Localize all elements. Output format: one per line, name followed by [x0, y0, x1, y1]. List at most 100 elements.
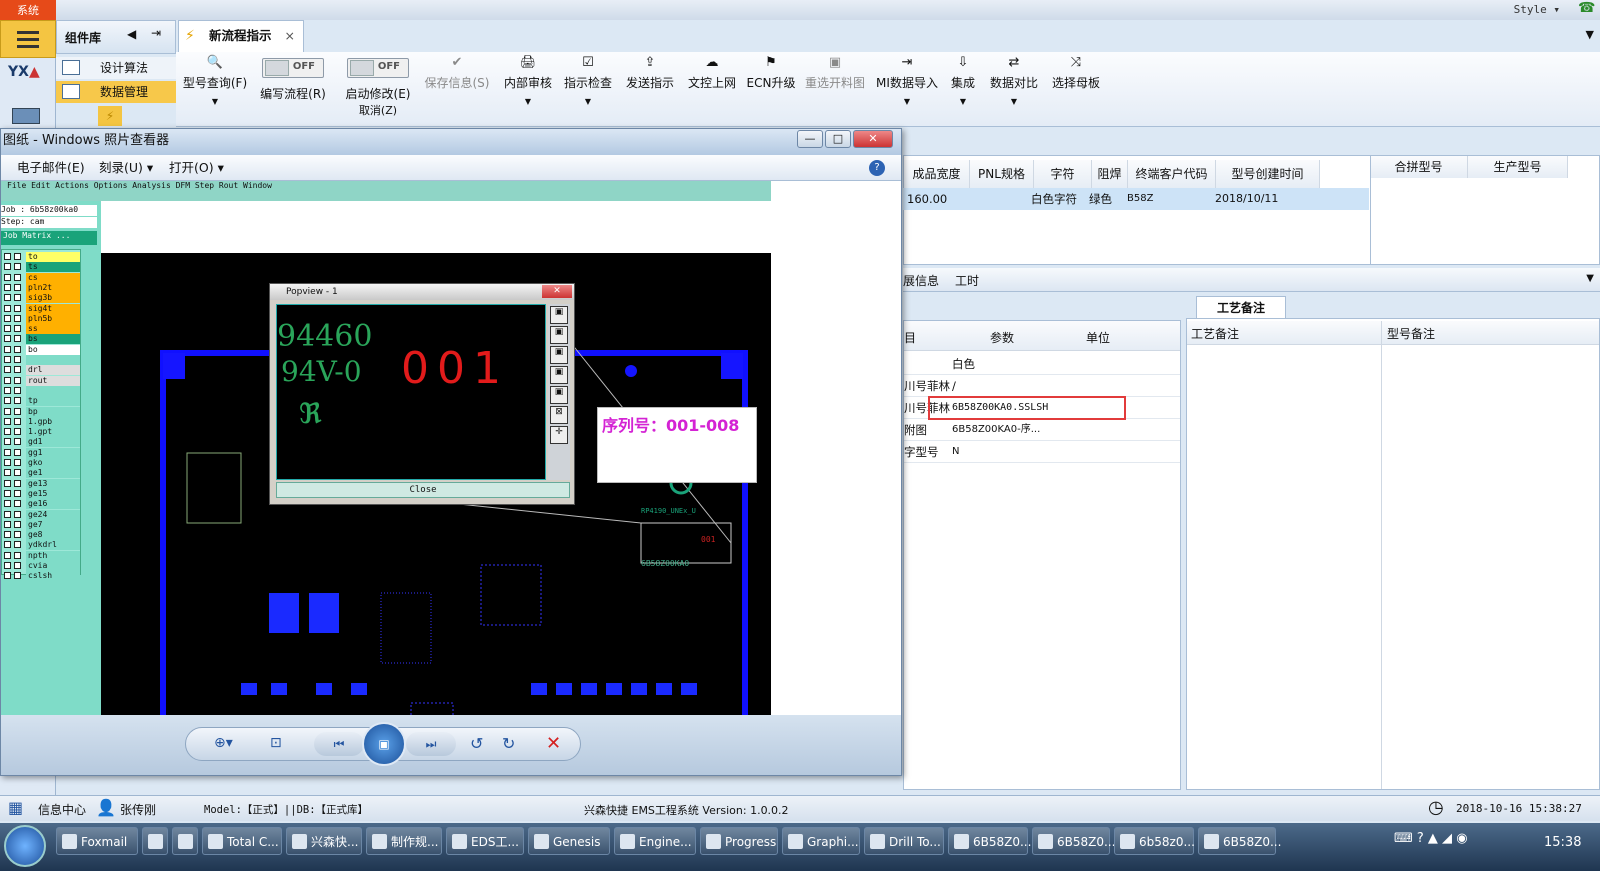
layer-row[interactable]: ge13 — [4, 478, 80, 489]
lightning-icon[interactable]: ⚡ — [98, 106, 122, 126]
layer-row[interactable]: gd1 — [4, 437, 80, 448]
layer-row[interactable]: pln5b — [4, 313, 80, 324]
layer-checkbox[interactable] — [4, 294, 11, 302]
toggle-switch[interactable]: OFF — [347, 58, 409, 78]
doc-control-online-button[interactable]: ☁ 文控上网 — [684, 52, 740, 122]
taskbar-item[interactable] — [142, 827, 168, 855]
layer-checkbox[interactable] — [4, 263, 11, 271]
table-row[interactable]: 白色 — [904, 353, 1180, 375]
layer-checkbox[interactable] — [4, 489, 11, 497]
table-row[interactable]: 附图 6B58Z00KA0-序... — [904, 419, 1180, 441]
taskbar-item[interactable] — [172, 827, 198, 855]
layer-checkbox[interactable] — [14, 325, 21, 333]
integrate-button[interactable]: ⇩ 集成 ▼ — [948, 52, 978, 122]
layer-checkbox[interactable] — [14, 448, 21, 456]
layer-row[interactable]: ge8 — [4, 530, 80, 541]
layer-checkbox[interactable] — [14, 541, 21, 549]
layer-checkbox[interactable] — [4, 531, 11, 539]
mi-import-button[interactable]: ⇥ MI数据导入 ▼ — [874, 52, 940, 122]
layer-checkbox[interactable] — [14, 386, 21, 394]
layer-row[interactable]: gko — [4, 458, 80, 468]
layer-checkbox[interactable] — [14, 345, 21, 353]
layer-checkbox[interactable] — [14, 428, 21, 436]
layer-checkbox[interactable] — [14, 263, 21, 271]
layer-row[interactable]: sig3b — [4, 293, 80, 304]
layer-checkbox[interactable] — [4, 469, 11, 477]
system-tab[interactable]: 系统 — [0, 0, 56, 20]
layer-checkbox[interactable] — [4, 479, 11, 487]
col-header[interactable]: 合拼型号 — [1370, 156, 1468, 178]
layer-checkbox[interactable] — [14, 562, 21, 569]
menu-open[interactable]: 打开(O) ▾ — [169, 155, 224, 181]
select-mother-board-button[interactable]: ⤨ 选择母板 — [1048, 52, 1104, 122]
write-flow-toggle[interactable]: OFF 编写流程(R) — [254, 52, 332, 122]
layer-row[interactable]: sig4t — [4, 303, 80, 314]
zoom-tool-icon[interactable]: ▣ — [550, 366, 568, 384]
main-menu-button[interactable] — [0, 20, 56, 58]
col-header[interactable]: 目 — [904, 329, 916, 346]
layer-checkbox[interactable] — [4, 562, 11, 569]
layer-checkbox[interactable] — [14, 500, 21, 508]
collapse-left-icon[interactable]: ◀ — [127, 27, 136, 41]
layer-checkbox[interactable] — [14, 489, 21, 497]
save-info-button[interactable]: ✔ 保存信息(S) — [420, 52, 494, 122]
layer-checkbox[interactable] — [14, 531, 21, 539]
col-header[interactable]: 参数 — [990, 329, 1014, 346]
layer-row[interactable] — [4, 355, 80, 365]
layer-row[interactable]: ge1 — [4, 468, 80, 479]
taskbar-item[interactable]: Genesis — [528, 827, 610, 855]
send-instruction-button[interactable]: ⇪ 发送指示 — [622, 52, 678, 122]
layer-checkbox[interactable] — [14, 314, 21, 322]
layer-row[interactable]: ge16 — [4, 499, 80, 510]
toggle-switch[interactable]: OFF — [262, 58, 324, 78]
layer-row[interactable]: tp — [4, 396, 80, 407]
tab-extended-info[interactable]: 展信息 — [903, 272, 939, 289]
design-algorithm-item[interactable]: 设计算法 — [56, 57, 176, 79]
layer-row[interactable] — [4, 385, 80, 396]
layer-row[interactable]: bs — [4, 334, 80, 345]
popview-close-button[interactable]: Close — [276, 482, 570, 498]
table-row[interactable]: 160.00 白色字符 绿色 B58Z 2018/10/11 — [903, 188, 1369, 210]
layer-checkbox[interactable] — [14, 283, 21, 291]
taskbar-item[interactable]: EDS工... — [446, 827, 524, 855]
layer-checkbox[interactable] — [4, 428, 11, 436]
layer-row[interactable]: pln2t — [4, 282, 80, 293]
cancel-label[interactable]: 取消(Z) — [338, 102, 418, 118]
layer-checkbox[interactable] — [4, 407, 11, 415]
layer-checkbox[interactable] — [4, 448, 11, 456]
layer-checkbox[interactable] — [4, 500, 11, 508]
layer-checkbox[interactable] — [14, 551, 21, 559]
layer-checkbox[interactable] — [14, 510, 21, 518]
pin-icon[interactable]: ⇥ — [151, 26, 161, 40]
tab-strip-chevron-icon[interactable]: ▼ — [1586, 28, 1594, 41]
layer-checkbox[interactable] — [4, 417, 11, 425]
menu-burn[interactable]: 刻录(U) ▾ — [99, 155, 153, 181]
taskbar-item[interactable]: 6B58Z0... — [948, 827, 1031, 855]
layer-row[interactable]: ge15 — [4, 488, 80, 499]
layer-row[interactable]: cvia — [4, 561, 80, 571]
taskbar-item[interactable]: Progress — [700, 827, 778, 855]
layer-checkbox[interactable] — [4, 541, 11, 549]
data-compare-button[interactable]: ⇄ 数据对比 ▼ — [986, 52, 1042, 122]
layer-checkbox[interactable] — [4, 356, 11, 363]
layer-checkbox[interactable] — [4, 376, 11, 384]
zoom-tool-icon[interactable]: ▣ — [550, 306, 568, 324]
layer-row[interactable]: drl — [4, 365, 80, 376]
col-header[interactable]: 单位 — [1086, 329, 1110, 346]
taskbar-item[interactable]: 6B58Z0... — [1198, 827, 1281, 855]
next-icon[interactable]: ⏭ — [406, 732, 456, 756]
layer-checkbox[interactable] — [4, 273, 11, 281]
layer-row[interactable]: bo — [4, 344, 80, 355]
layer-checkbox[interactable] — [4, 325, 11, 333]
delete-icon[interactable]: ✕ — [546, 733, 561, 754]
layer-checkbox[interactable] — [14, 273, 21, 281]
col-header[interactable]: 生产型号 — [1468, 156, 1568, 178]
layer-row[interactable]: cslsh — [4, 571, 80, 582]
style-menu[interactable]: Style ▾ — [1514, 3, 1560, 16]
col-header[interactable]: 终端客户代码 — [1128, 160, 1216, 188]
minimize-button[interactable]: — — [797, 130, 823, 148]
taskbar-item[interactable]: Foxmail — [56, 827, 138, 855]
tab-work-hours[interactable]: 工时 — [955, 272, 979, 289]
layer-checkbox[interactable] — [14, 335, 21, 343]
col-header[interactable]: 型号备注 — [1387, 325, 1435, 342]
